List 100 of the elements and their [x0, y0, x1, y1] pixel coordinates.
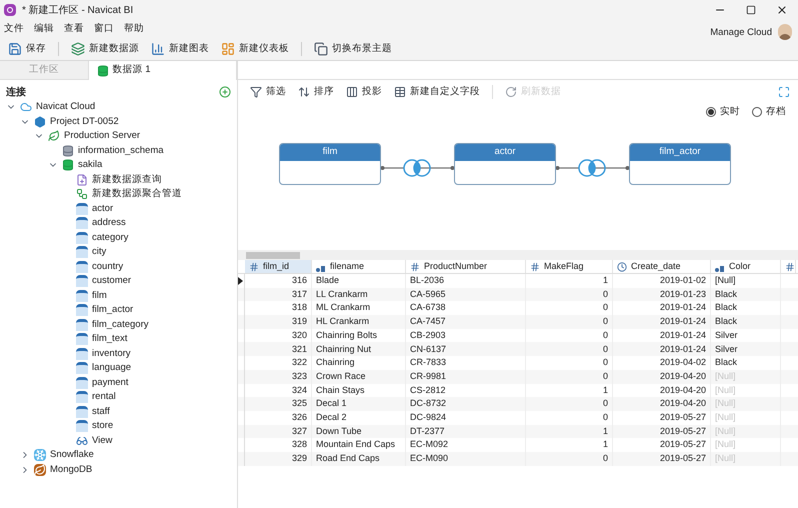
add-icon[interactable]: [219, 86, 231, 98]
table-icon: [76, 318, 88, 331]
hash-icon: [410, 262, 420, 272]
close-icon[interactable]: [776, 4, 788, 16]
table-node[interactable]: film_actor: [629, 143, 731, 185]
tree-item[interactable]: MongoDB: [50, 462, 92, 477]
tree-item[interactable]: film_text: [92, 332, 128, 346]
toolbar-button[interactable]: 新建数据源: [67, 39, 143, 59]
tree-item[interactable]: store: [92, 419, 114, 434]
table-icon: [76, 376, 88, 389]
table-cell: EC-M090: [406, 452, 526, 466]
column-header[interactable]: film_id: [245, 260, 312, 273]
app-logo-icon: [4, 4, 16, 16]
table-node[interactable]: film: [279, 143, 381, 185]
data-toolbar-button[interactable]: 筛选: [246, 82, 290, 102]
tree-item[interactable]: Snowflake: [50, 448, 94, 462]
menu-item[interactable]: 窗口: [94, 22, 114, 36]
tree-item[interactable]: actor: [92, 202, 114, 216]
datasource-icon: [71, 42, 85, 56]
toolbar-button[interactable]: 切换布景主题: [310, 39, 396, 59]
menu-item[interactable]: 查看: [64, 22, 84, 36]
tab[interactable]: 数据源 1: [88, 61, 237, 80]
tree-item[interactable]: category: [92, 230, 128, 245]
tree-item[interactable]: 新建数据源查询: [92, 172, 162, 187]
leaf-icon: [48, 130, 60, 142]
menu-item[interactable]: 文件: [4, 22, 24, 36]
tree-item[interactable]: language: [92, 361, 132, 376]
tree-item[interactable]: customer: [92, 274, 132, 288]
tree-item[interactable]: staff: [92, 404, 110, 419]
table-icon: [76, 246, 88, 258]
radio-label: 存档: [766, 104, 786, 119]
columns-icon: [346, 86, 358, 98]
hash-icon: [530, 262, 540, 272]
table-cell: Road End Caps: [312, 452, 406, 466]
column-header[interactable]: ProductNumber: [406, 260, 526, 273]
table-icon: [76, 348, 88, 360]
theme-icon: [314, 42, 328, 56]
table-icon: [76, 420, 88, 432]
tree-item[interactable]: film_category: [92, 318, 148, 332]
database-icon: [62, 144, 74, 157]
tree-item[interactable]: country: [92, 260, 124, 274]
table-icon: [76, 304, 88, 316]
table-cell: 0: [526, 452, 613, 466]
table-icon: [76, 275, 88, 288]
refresh-icon: [505, 86, 517, 98]
column-header[interactable]: Color: [711, 260, 781, 273]
hash-icon: [249, 262, 259, 272]
table-icon: [76, 406, 88, 418]
menu-item[interactable]: 帮助: [124, 22, 144, 36]
filter-icon: [250, 86, 262, 98]
table-icon: [76, 232, 88, 244]
table-icon: [76, 362, 88, 374]
radio-button[interactable]: [706, 107, 716, 117]
table-cell: 329: [245, 452, 312, 466]
tree-item[interactable]: Project DT-0052: [50, 114, 119, 129]
toolbar-button[interactable]: 新建仪表板: [217, 39, 293, 59]
column-header[interactable]: Create_date: [613, 260, 711, 273]
tree-item[interactable]: rental: [92, 390, 116, 404]
tree-item[interactable]: information_schema: [78, 144, 164, 158]
tree-item[interactable]: Navicat Cloud: [36, 100, 96, 114]
snowflake-icon: [34, 449, 46, 462]
hash-icon: [785, 262, 795, 272]
scrollbar-thumb[interactable]: [246, 252, 300, 258]
tree-item[interactable]: film_actor: [92, 303, 134, 318]
fullscreen-icon[interactable]: [778, 86, 790, 98]
tree-item[interactable]: address: [92, 216, 126, 230]
toolbar-button[interactable]: 保存: [4, 39, 50, 59]
tree-item[interactable]: 新建数据源聚合管道: [92, 187, 182, 202]
tree-item[interactable]: film: [92, 288, 107, 303]
data-toolbar-button[interactable]: 新建自定义字段: [390, 82, 484, 102]
tree-item[interactable]: sakila: [78, 158, 102, 172]
tree-item[interactable]: payment: [92, 376, 128, 390]
tree-item[interactable]: Production Server: [64, 129, 140, 144]
table-node[interactable]: actor: [454, 143, 556, 185]
database-icon: [62, 159, 74, 172]
radio-label: 实时: [720, 104, 740, 119]
tree-item[interactable]: inventory: [92, 346, 131, 361]
data-toolbar-button[interactable]: 排序: [294, 82, 338, 102]
clock-icon: [617, 262, 627, 272]
chart-icon: [151, 42, 165, 56]
tree-item[interactable]: city: [92, 245, 106, 260]
sidebar-title: 连接: [6, 86, 26, 100]
column-header[interactable]: MakeFlag: [526, 260, 613, 273]
database-icon: [96, 64, 109, 76]
data-toolbar-button[interactable]: 投影: [342, 82, 386, 102]
maximize-icon[interactable]: [746, 5, 756, 15]
manage-cloud-link[interactable]: Manage Cloud: [710, 26, 772, 40]
view-icon: [76, 434, 88, 447]
menu-item[interactable]: 编辑: [34, 22, 54, 36]
window-title: * 新建工作区 - Navicat BI: [22, 4, 134, 18]
toolbar-button[interactable]: 新建图表: [147, 39, 213, 59]
tree-item[interactable]: View: [92, 434, 112, 448]
column-header[interactable]: filename: [312, 260, 406, 273]
sort-icon: [298, 86, 310, 98]
leaf-icon: [34, 464, 46, 476]
dashboard-icon: [221, 42, 235, 56]
table-icon: [76, 391, 88, 404]
avatar-icon[interactable]: [778, 24, 792, 40]
radio-button[interactable]: [752, 107, 762, 117]
table-icon: [394, 86, 406, 98]
